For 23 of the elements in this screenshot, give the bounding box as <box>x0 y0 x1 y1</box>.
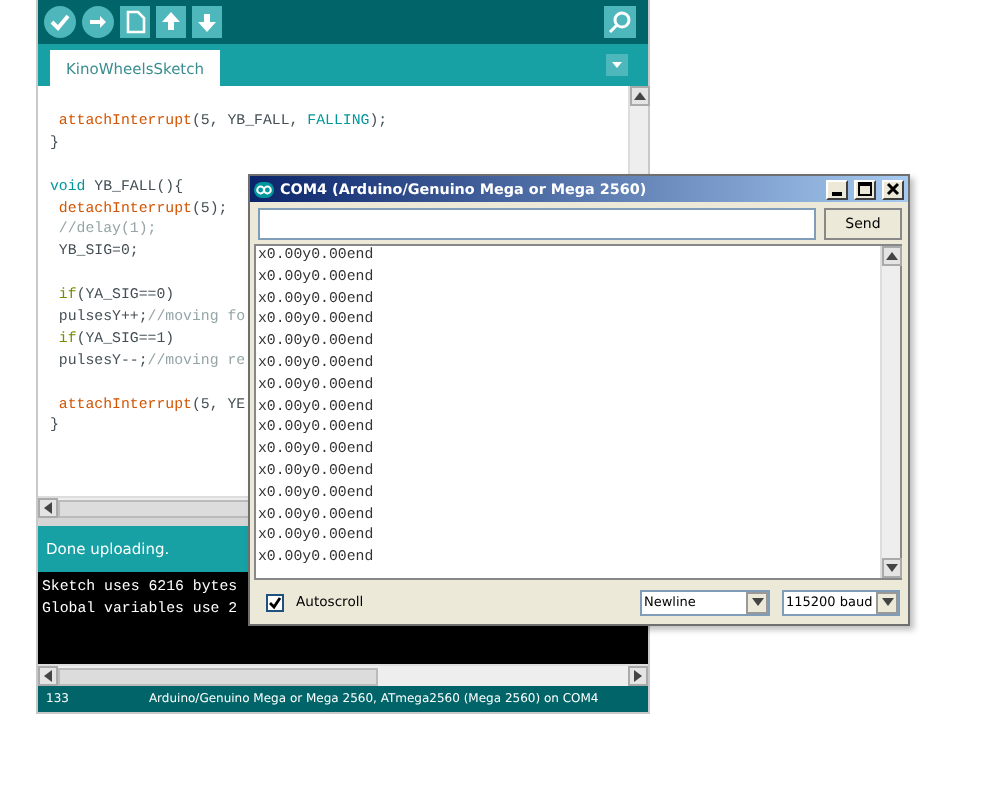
dropdown-icon[interactable] <box>606 54 628 76</box>
search-icon[interactable] <box>604 6 636 38</box>
maximize-icon <box>858 182 872 196</box>
infinity-icon <box>254 181 274 197</box>
close-icon <box>886 182 900 196</box>
caret-icon <box>749 594 765 610</box>
minimize-button[interactable] <box>826 179 848 199</box>
caret-icon <box>879 594 895 610</box>
arrow-right-icon[interactable] <box>82 6 114 38</box>
arrow-right-icon <box>630 668 646 684</box>
arrow-left-icon <box>40 500 56 516</box>
maximize-button[interactable] <box>854 179 876 199</box>
checkmark-icon <box>268 595 282 609</box>
check-icon[interactable] <box>44 6 76 38</box>
arrow-up-icon <box>632 88 648 104</box>
close-button[interactable] <box>882 179 904 199</box>
arrow-up-icon <box>884 248 900 264</box>
input-field[interactable] <box>258 208 816 240</box>
arrow-down-icon <box>884 560 900 576</box>
scrollbar[interactable] <box>880 246 900 578</box>
autoscroll-checkbox[interactable] <box>266 593 284 611</box>
scrollbar[interactable] <box>38 664 648 686</box>
arrow-left-icon <box>40 668 56 684</box>
